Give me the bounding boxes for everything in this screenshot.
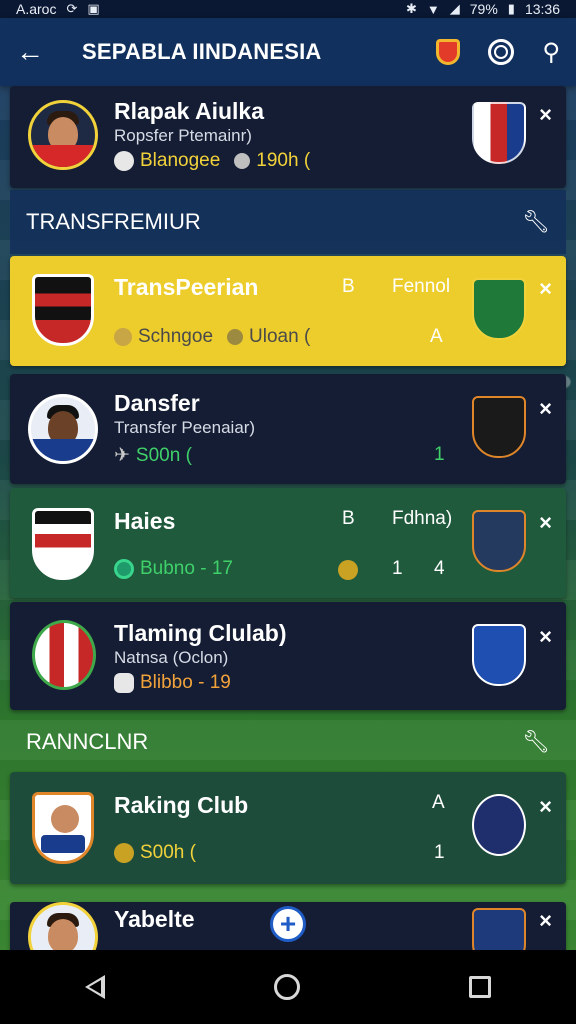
card-meta: ✈ S00n ( xyxy=(114,444,192,467)
transfer-card[interactable]: TransPeerian B Fennol Schngoe Uloan ( A … xyxy=(10,256,566,366)
wifi-icon: ▼ xyxy=(426,1,440,17)
club-badge-icon xyxy=(472,278,526,340)
battery-icon: ▮ xyxy=(507,1,515,16)
coin-icon xyxy=(338,560,358,580)
card-meta: Schngoe Uloan ( xyxy=(114,326,310,348)
club-crest-icon xyxy=(32,620,96,690)
meta-label: Blibbo - 19 xyxy=(140,672,231,693)
section-header: TRANSFREMIUR 🔧︎ xyxy=(10,190,566,254)
add-button[interactable]: + xyxy=(270,906,306,942)
card-number: 1 xyxy=(392,558,403,579)
player-card[interactable]: Dansfer Transfer Peenaiar) ✈ S00n ( 1 × xyxy=(10,374,566,484)
back-arrow-icon[interactable]: ← xyxy=(16,36,60,68)
status-bar: A.aroc ⟳ ▣ ✱ ▼ ◢ 79% ▮ 13:36 xyxy=(0,0,576,18)
section-label: RANNCLNR xyxy=(26,729,149,754)
section-label: TRANSFREMIUR xyxy=(26,209,201,234)
close-icon[interactable]: × xyxy=(539,510,552,536)
close-icon[interactable]: × xyxy=(539,908,552,934)
ball-icon xyxy=(114,151,134,171)
avatar xyxy=(28,902,98,950)
club-badge-icon xyxy=(472,102,526,164)
avatar xyxy=(28,394,98,464)
col-b: Fennol xyxy=(392,276,451,297)
col-b: Fdhna) xyxy=(392,508,453,529)
col-a: A xyxy=(432,792,445,813)
card-name: Haies xyxy=(114,508,176,534)
card-name: Dansfer xyxy=(114,390,200,416)
card-meta: Blibbo - 19 xyxy=(114,672,231,694)
search-icon[interactable]: ⚲ xyxy=(542,38,560,67)
app-bar: ← SEPABLA IINDANESIA ⚲ xyxy=(0,18,576,86)
club-badge-icon xyxy=(472,908,526,950)
meta-label: Schngoe xyxy=(138,326,214,347)
target-icon[interactable] xyxy=(488,39,515,65)
club-crest-icon xyxy=(32,274,94,346)
card-number: 1 xyxy=(434,842,445,863)
transfer-card[interactable]: Haies B Fdhna) Bubno - 17 1 4 × xyxy=(10,488,566,598)
card-subtitle: Ropsfer Ptemainr) xyxy=(114,126,252,145)
section-header: RANNCLNR 🔧︎ xyxy=(10,710,566,774)
nav-back-icon[interactable] xyxy=(84,975,105,999)
card-number-2: 4 xyxy=(434,558,445,579)
wrench-icon[interactable]: 🔧︎ xyxy=(522,729,550,755)
col-a: B xyxy=(342,508,355,529)
page-title: SEPABLA IINDANESIA xyxy=(82,39,322,64)
card-name: Raking Club xyxy=(114,792,249,818)
close-icon[interactable]: × xyxy=(539,794,552,820)
meta-label: S00n ( xyxy=(135,444,192,466)
nav-home-icon[interactable] xyxy=(273,974,300,1000)
coin-icon xyxy=(114,843,134,863)
club-card[interactable]: Tlaming Clulab) Natnsa (Oclon) Blibbo - … xyxy=(10,602,566,710)
league-badge-icon[interactable] xyxy=(436,39,461,65)
card-meta: Bubno - 17 xyxy=(114,558,233,580)
ball-icon xyxy=(114,559,134,579)
wrench-icon[interactable]: 🔧︎ xyxy=(522,209,550,235)
card-meta: S00h ( xyxy=(114,842,196,864)
card-number: 1 xyxy=(434,444,445,465)
ball-icon xyxy=(114,328,132,346)
meta-label: S00h ( xyxy=(140,842,196,863)
meta-label: Bubno - 17 xyxy=(140,558,233,579)
club-badge-icon xyxy=(472,794,526,856)
club-badge-icon xyxy=(472,624,526,686)
col-a: B xyxy=(342,276,355,297)
club-crest-icon xyxy=(32,508,94,580)
club-badge-icon xyxy=(472,510,526,572)
ball-icon xyxy=(114,673,134,693)
avatar xyxy=(28,100,98,170)
close-icon[interactable]: × xyxy=(539,396,552,422)
card-name: Tlaming Clulab) xyxy=(114,620,287,646)
bird-icon: ✈ xyxy=(114,445,130,466)
meta-label: Blanogee xyxy=(140,150,221,171)
card-name: Yabelte xyxy=(114,906,195,932)
card-number: A xyxy=(430,326,443,347)
meta-value: 190h ( xyxy=(256,150,311,171)
player-card[interactable]: Raking Club A S00h ( 1 × xyxy=(10,772,566,884)
close-icon[interactable]: × xyxy=(539,276,552,302)
card-meta: Blanogee 190h ( xyxy=(114,150,310,172)
coin-icon xyxy=(227,329,244,345)
card-subtitle: Natnsa (Oclon) xyxy=(114,648,229,667)
avatar xyxy=(32,792,94,864)
close-icon[interactable]: × xyxy=(539,102,552,128)
close-icon[interactable]: × xyxy=(539,624,552,650)
battery-percent: 79% xyxy=(469,1,498,17)
notification-icon: ▣ xyxy=(87,1,100,16)
carrier-text: A.aroc xyxy=(16,1,57,17)
nav-recents-icon[interactable] xyxy=(469,976,492,998)
club-badge-icon xyxy=(472,396,526,458)
meta-value: Uloan ( xyxy=(249,326,311,347)
clock: 13:36 xyxy=(524,1,560,17)
signal-icon: ◢ xyxy=(449,1,460,16)
bluetooth-icon: ✱ xyxy=(405,1,417,16)
card-name: TransPeerian xyxy=(114,274,259,300)
card-name: Rlapak Aiulka xyxy=(114,98,264,124)
card-subtitle: Transfer Peenaiar) xyxy=(114,418,256,437)
player-card[interactable]: Rlapak Aiulka Ropsfer Ptemainr) Blanogee… xyxy=(10,86,566,188)
coin-icon xyxy=(234,153,251,169)
system-nav-bar xyxy=(0,950,576,1024)
sync-icon: ⟳ xyxy=(66,1,78,16)
